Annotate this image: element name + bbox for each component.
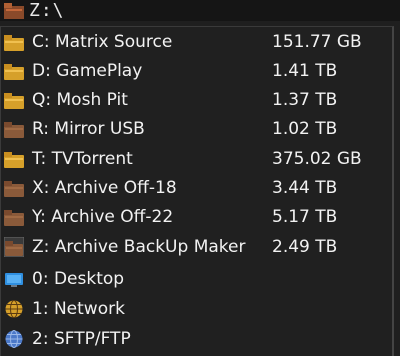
drive-icon	[4, 3, 24, 19]
drive-item-x[interactable]: X: Archive Off-18 3.44 TB	[1, 174, 393, 203]
drive-size: 151.77 GB	[272, 32, 362, 52]
drive-item-c[interactable]: C: Matrix Source 151.77 GB	[1, 28, 393, 57]
sftp-globe-icon	[5, 330, 23, 348]
drive-name: Z: Archive BackUp Maker	[32, 237, 246, 257]
desktop-icon	[5, 273, 23, 287]
drive-item-q[interactable]: Q: Mosh Pit 1.37 TB	[1, 86, 393, 115]
drive-folder-icon	[4, 152, 24, 168]
drive-item-y[interactable]: Y: Archive Off-22 5.17 TB	[1, 203, 393, 232]
drive-name: T: TVTorrent	[32, 149, 133, 169]
drive-folder-icon	[4, 122, 24, 138]
drive-name: R: Mirror USB	[32, 119, 145, 139]
drive-folder-icon	[4, 93, 24, 109]
drive-name: X: Archive Off-18	[32, 178, 177, 198]
drive-size: 375.02 GB	[272, 149, 362, 169]
drive-name: D: GamePlay	[32, 61, 143, 81]
network-globe-icon	[5, 300, 23, 318]
location-item-sftp[interactable]: 2: SFTP/FTP	[1, 325, 393, 354]
drive-folder-icon	[4, 237, 24, 257]
drive-folder-icon	[4, 181, 24, 197]
drive-size: 2.49 TB	[272, 237, 338, 257]
drive-list[interactable]: C: Matrix Source 151.77 GB D: GamePlay 1…	[0, 26, 394, 356]
drive-size: 1.02 TB	[272, 119, 338, 139]
drive-name: Q: Mosh Pit	[32, 90, 128, 110]
drive-item-d[interactable]: D: GamePlay 1.41 TB	[1, 57, 393, 86]
location-name: 0: Desktop	[32, 269, 125, 289]
drive-item-t[interactable]: T: TVTorrent 375.02 GB	[1, 145, 393, 174]
drive-folder-icon	[4, 64, 24, 80]
drive-size: 5.17 TB	[272, 207, 338, 227]
drive-size: 1.41 TB	[272, 61, 338, 81]
drive-item-r[interactable]: R: Mirror USB 1.02 TB	[1, 115, 393, 144]
drive-name: C: Matrix Source	[32, 32, 173, 52]
location-item-network[interactable]: 1: Network	[1, 295, 393, 324]
location-name: 2: SFTP/FTP	[32, 329, 131, 349]
drive-menu-window: Z:\ C: Matrix Source 151.77 GB D: GamePl…	[0, 0, 400, 356]
drive-item-z[interactable]: Z: Archive BackUp Maker 2.49 TB	[1, 233, 393, 262]
title-bar: Z:\	[0, 0, 400, 21]
drive-folder-icon	[4, 210, 24, 226]
drive-name: Y: Archive Off-22	[32, 207, 174, 227]
drive-size: 1.37 TB	[272, 90, 338, 110]
drive-size: 3.44 TB	[272, 178, 338, 198]
current-path: Z:\	[29, 0, 65, 21]
drive-folder-icon	[4, 35, 24, 51]
location-name: 1: Network	[32, 299, 125, 319]
location-item-desktop[interactable]: 0: Desktop	[1, 265, 393, 294]
